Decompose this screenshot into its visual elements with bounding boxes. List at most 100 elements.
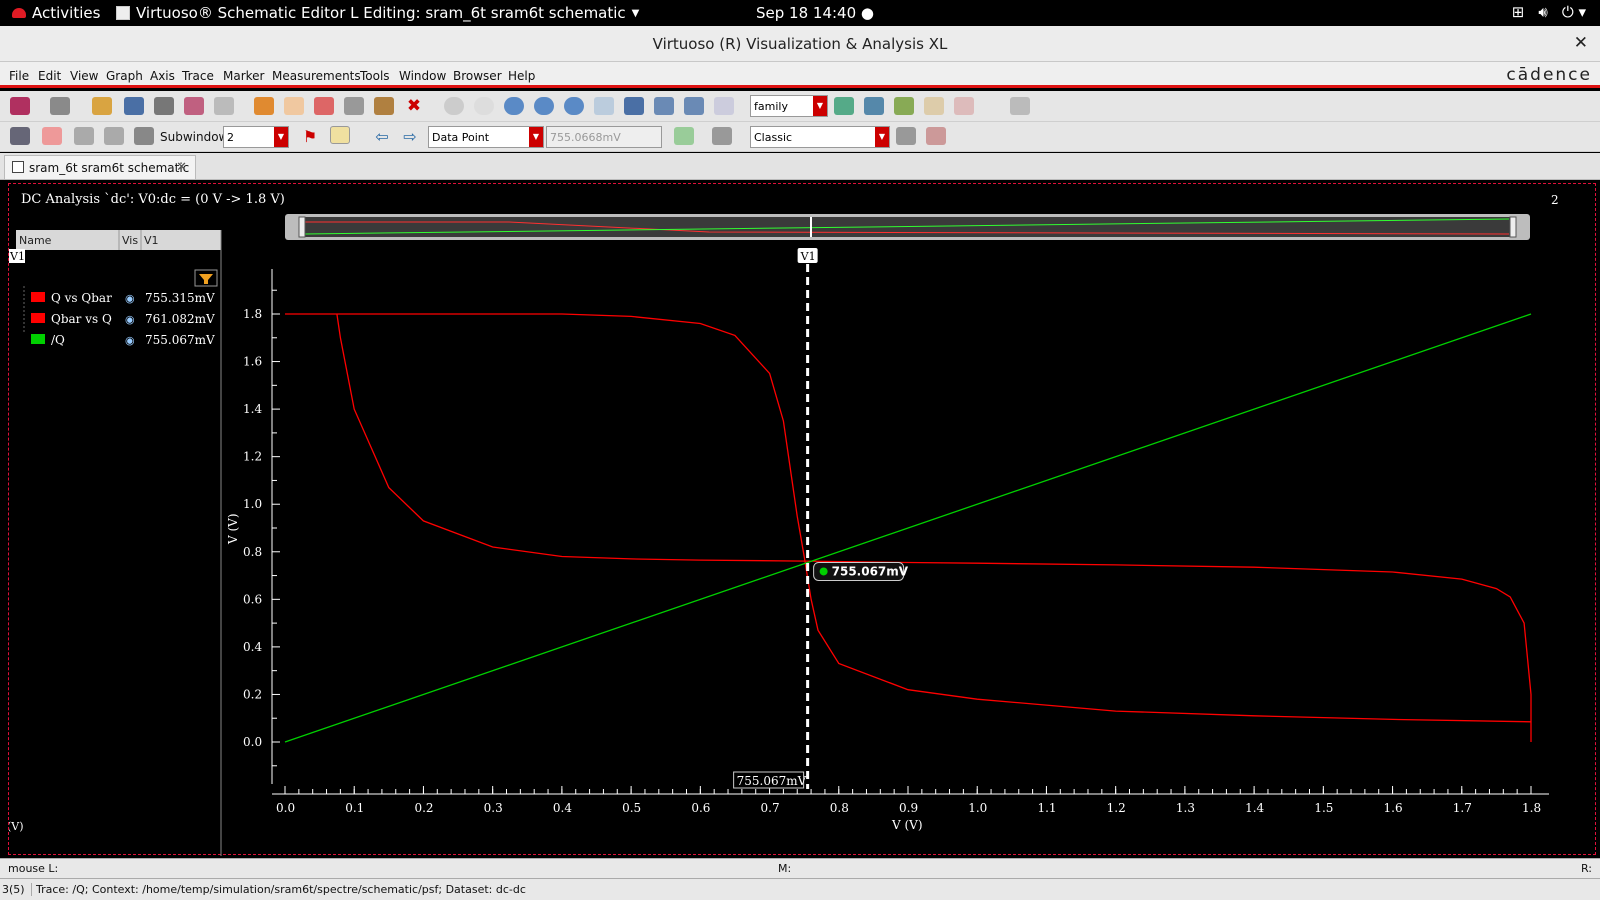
marker-mode-combo[interactable]: Data Point ▼: [428, 126, 544, 148]
y-tick-label: 0.6: [243, 592, 262, 606]
subwindow-value: 2: [227, 131, 234, 144]
tile-icon[interactable]: [134, 127, 154, 145]
undo-icon[interactable]: [254, 97, 274, 115]
redo-icon[interactable]: [284, 97, 304, 115]
screen: Activities Virtuoso® Schematic Editor L …: [0, 0, 1600, 900]
y-tick-label: 1.8: [243, 307, 262, 321]
zoom-fit-x-icon[interactable]: [654, 97, 674, 115]
remove-window-icon[interactable]: [926, 127, 946, 145]
overview-handle-left[interactable]: [298, 216, 306, 238]
menu-window[interactable]: Window: [399, 69, 446, 83]
clock[interactable]: Sep 18 14:40 ●: [756, 4, 874, 22]
plot-svg[interactable]: DC Analysis `dc': V0:dc = (0 V -> 1.8 V)…: [9, 184, 1597, 856]
print-icon[interactable]: [154, 97, 174, 115]
menu-marker[interactable]: Marker: [223, 69, 264, 83]
window-list-icon[interactable]: [896, 127, 916, 145]
menu-view[interactable]: View: [70, 69, 98, 83]
menu-edit[interactable]: Edit: [38, 69, 61, 83]
waveform-icon[interactable]: [184, 97, 204, 115]
zoom-area-icon[interactable]: [714, 97, 734, 115]
edit-marker-icon[interactable]: [10, 127, 30, 145]
strip-chart-icon[interactable]: [834, 97, 854, 115]
family-combo[interactable]: family ▼: [750, 95, 828, 117]
menu-browser[interactable]: Browser: [453, 69, 502, 83]
calculator-icon[interactable]: [712, 127, 732, 145]
menu-help[interactable]: Help: [508, 69, 535, 83]
close-icon[interactable]: ✕: [176, 160, 187, 175]
zoom-x-icon[interactable]: [594, 97, 614, 115]
legend-row[interactable]: Q vs Qbar ◉ 755.315mV: [31, 291, 215, 305]
cadence-logo: cādence: [1506, 65, 1592, 85]
menu-measurements[interactable]: Measurements: [272, 69, 361, 83]
overlay-icon[interactable]: [864, 97, 884, 115]
subwindow-combo[interactable]: 2 ▼: [223, 126, 289, 148]
horizontal-split-icon[interactable]: [74, 127, 94, 145]
legend-row-value: 761.082mV: [145, 312, 215, 326]
chevron-down-icon: ▼: [813, 96, 827, 116]
menu-file[interactable]: File: [9, 69, 29, 83]
save-icon[interactable]: [124, 97, 144, 115]
eye-icon[interactable]: ◉: [125, 292, 135, 305]
histogram-icon[interactable]: [674, 127, 694, 145]
activities-button[interactable]: Activities: [12, 4, 100, 22]
x-tick-label: 0.2: [414, 801, 433, 815]
new-subwindow-icon[interactable]: [50, 97, 70, 115]
system-tray[interactable]: ⊞ 🔊︎ ⏻ ▾: [1512, 3, 1586, 21]
series-line-2[interactable]: [284, 313, 1532, 743]
menu-tools[interactable]: Tools: [360, 69, 390, 83]
vertical-marker[interactable]: V1 755.067mV 755.067mV: [733, 248, 909, 789]
y-tick-label: 1.4: [243, 402, 262, 416]
vertical-split-icon[interactable]: [104, 127, 124, 145]
delete-icon[interactable]: ✖: [404, 97, 424, 115]
zoom-out-icon[interactable]: [564, 97, 584, 115]
flag-icon[interactable]: ⚑: [300, 127, 320, 146]
zoom-in-icon[interactable]: [534, 97, 554, 115]
marker-value-field[interactable]: 755.0668mV: [546, 126, 662, 148]
status-bar: 3(5) Trace: /Q; Context: /home/temp/simu…: [0, 878, 1600, 900]
app-menu[interactable]: Virtuoso® Schematic Editor L Editing: sr…: [116, 4, 639, 22]
menu-axis[interactable]: Axis: [150, 69, 175, 83]
open-icon[interactable]: [92, 97, 112, 115]
split-icon[interactable]: [894, 97, 914, 115]
graph-subwindow[interactable]: DC Analysis `dc': V0:dc = (0 V -> 1.8 V)…: [8, 183, 1597, 856]
grid-icon[interactable]: [1010, 97, 1030, 115]
style-value: Classic: [754, 131, 793, 144]
style-combo[interactable]: Classic ▼: [750, 126, 890, 148]
cut-icon[interactable]: [314, 97, 334, 115]
mouse-bar: mouse L: M: R:: [0, 858, 1600, 878]
menu-graph[interactable]: Graph: [106, 69, 143, 83]
zoom-fit-y-icon[interactable]: [684, 97, 704, 115]
snapshot-icon[interactable]: [214, 97, 234, 115]
series-line-1[interactable]: [336, 313, 1532, 742]
palette-icon[interactable]: [42, 127, 62, 145]
point-dot: [819, 567, 828, 576]
new-window-icon[interactable]: [10, 97, 30, 115]
zoom-icon[interactable]: [504, 97, 524, 115]
next-icon[interactable]: ⇨: [400, 127, 420, 146]
circle-tool-icon[interactable]: [444, 97, 464, 115]
fit-icon[interactable]: [624, 97, 644, 115]
graph-options-icon[interactable]: [954, 97, 974, 115]
circle-tool-2-icon[interactable]: [474, 97, 494, 115]
legend-row-name: Qbar vs Q: [51, 312, 112, 326]
eye-icon[interactable]: ◉: [125, 334, 135, 347]
paste-icon[interactable]: [374, 97, 394, 115]
copy-icon[interactable]: [344, 97, 364, 115]
eye-icon[interactable]: ◉: [125, 313, 135, 326]
menu-trace[interactable]: Trace: [182, 69, 214, 83]
series-line-0[interactable]: [285, 313, 1532, 723]
marker-mode-value: Data Point: [432, 131, 490, 144]
x-tick-label: 1.1: [1037, 801, 1056, 815]
graph-settings-icon[interactable]: [924, 97, 944, 115]
x-tick-label: 0.7: [761, 801, 780, 815]
marker-value: 755.0668mV: [550, 131, 621, 144]
x-tick-label: 0.1: [345, 801, 364, 815]
legend-row[interactable]: /Q ◉ 755.067mV: [31, 333, 215, 347]
legend-row[interactable]: Qbar vs Q ◉ 761.082mV: [31, 312, 215, 326]
info-icon[interactable]: [330, 126, 350, 144]
tab-sram6t-schematic[interactable]: sram_6t sram6t schematic ✕: [4, 155, 196, 179]
previous-icon[interactable]: ⇦: [372, 127, 392, 146]
overview-handle-right[interactable]: [1509, 216, 1517, 238]
close-icon[interactable]: ✕: [1574, 33, 1588, 53]
network-icon: ⊞: [1511, 3, 1525, 21]
